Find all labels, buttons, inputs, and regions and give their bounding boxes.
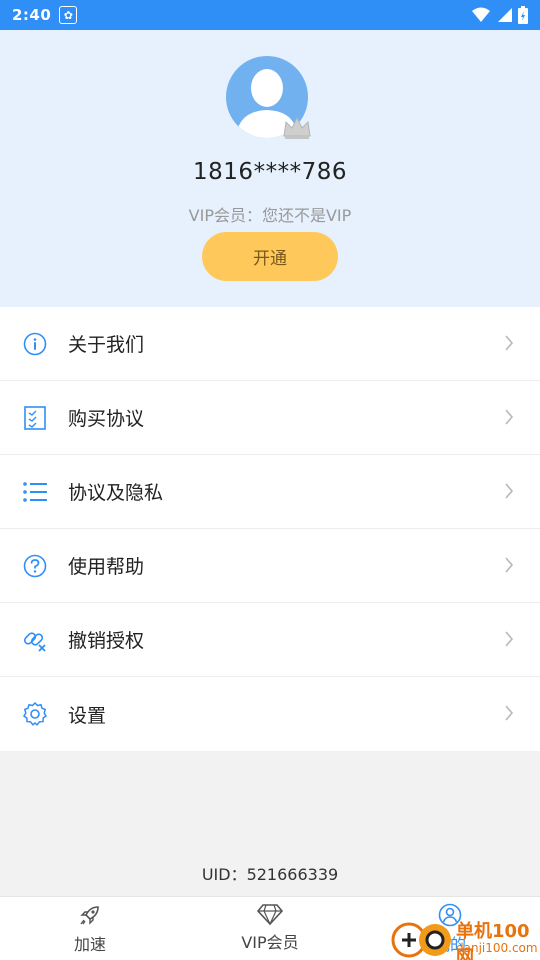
- tab-vip[interactable]: VIP会员: [180, 897, 360, 960]
- list-icon: [22, 479, 48, 505]
- status-icons: [472, 6, 528, 24]
- checklist-document-icon: [22, 405, 48, 431]
- tab-label: VIP会员: [241, 933, 299, 952]
- battery-icon: [518, 6, 528, 24]
- vip-crown-icon: [283, 116, 311, 139]
- menu-item-label: 关于我们: [68, 334, 145, 356]
- gear-icon: [22, 701, 48, 727]
- watermark: 单机100网 danji100.com: [390, 915, 540, 960]
- user-uid: UID：521666339: [201, 865, 339, 884]
- unlink-icon: [22, 627, 48, 653]
- menu-item-privacy[interactable]: 协议及隐私: [0, 455, 540, 529]
- tab-accelerate[interactable]: 加速: [0, 897, 180, 960]
- menu-item-help[interactable]: 使用帮助: [0, 529, 540, 603]
- menu-item-label: 协议及隐私: [68, 482, 164, 504]
- wifi-icon: [472, 7, 490, 22]
- tab-label: 加速: [73, 935, 106, 954]
- menu-item-label: 使用帮助: [68, 556, 145, 578]
- settings-menu: 关于我们 购买协议 协议及隐私 使用帮助 撤销授权 设置: [0, 307, 540, 751]
- rocket-icon: [80, 906, 99, 925]
- menu-item-about[interactable]: 关于我们: [0, 307, 540, 381]
- profile-header: 1816****786 VIP会员：您还不是VIP 开通: [0, 30, 540, 307]
- menu-item-purchase-agreement[interactable]: 购买协议: [0, 381, 540, 455]
- info-icon: [22, 331, 48, 357]
- question-icon: [22, 553, 48, 579]
- watermark-text-url: danji100.com: [456, 941, 538, 955]
- menu-item-label: 购买协议: [68, 408, 145, 430]
- menu-item-label: 撤销授权: [68, 630, 145, 652]
- status-time: 2:40: [12, 6, 52, 24]
- chevron-right-icon: [505, 409, 514, 425]
- avatar[interactable]: [226, 56, 316, 146]
- chevron-right-icon: [505, 557, 514, 573]
- chevron-right-icon: [505, 705, 514, 721]
- open-vip-button[interactable]: 开通: [202, 232, 338, 281]
- chevron-right-icon: [505, 335, 514, 351]
- diamond-icon: [257, 904, 283, 925]
- app-notification-icon: ✿: [59, 6, 78, 24]
- vip-status-text: VIP会员：您还不是VIP: [188, 206, 352, 225]
- chevron-right-icon: [505, 483, 514, 499]
- status-bar: 2:40 ✿: [0, 0, 540, 30]
- watermark-logo-icon: [391, 922, 451, 958]
- menu-item-label: 设置: [68, 704, 107, 727]
- menu-item-settings[interactable]: 设置: [0, 677, 540, 751]
- signal-icon: [498, 8, 512, 22]
- chevron-right-icon: [505, 631, 514, 647]
- user-phone: 1816****786: [193, 159, 347, 185]
- menu-item-revoke-authorization[interactable]: 撤销授权: [0, 603, 540, 677]
